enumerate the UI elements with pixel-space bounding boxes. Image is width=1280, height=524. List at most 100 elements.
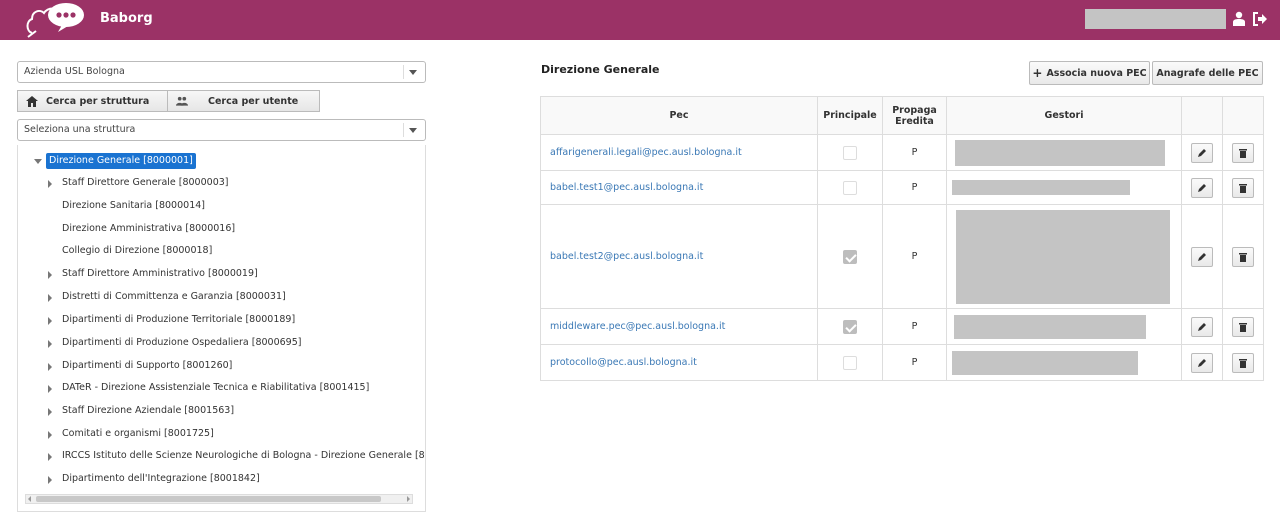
caret-right-icon[interactable] xyxy=(48,317,52,325)
caret-right-icon[interactable] xyxy=(48,363,52,371)
tab-utente-label: Cerca per utente xyxy=(208,95,299,107)
gestori-redacted xyxy=(955,139,1165,166)
top-bar: Baborg xyxy=(0,0,1280,40)
user-name-redacted xyxy=(1085,9,1226,29)
tree-node-label: Dipartimenti di Produzione Territoriale … xyxy=(62,314,296,325)
delete-button[interactable] xyxy=(1232,246,1254,267)
trash-icon xyxy=(1239,358,1247,368)
users-icon xyxy=(176,95,188,107)
scroll-right-icon[interactable] xyxy=(407,496,410,502)
caret-right-icon[interactable] xyxy=(48,294,52,302)
tree-node-label: Staff Direzione Aziendale [8001563] xyxy=(62,405,235,416)
logout-icon[interactable] xyxy=(1252,11,1268,27)
col-header-propaga: Propaga Eredita xyxy=(882,96,947,135)
table-row: protocollo@pec.ausl.bologna.it P xyxy=(540,344,1264,381)
col-header-propaga-line1: Propaga xyxy=(892,104,937,116)
principale-checkbox[interactable] xyxy=(843,355,857,370)
pec-address[interactable]: affarigenerali.legali@pec.ausl.bologna.i… xyxy=(540,134,818,171)
associa-nuova-pec-button[interactable]: + Associa nuova PEC xyxy=(1029,61,1150,85)
pec-table: Pec Principale Propaga Eredita Gestori a… xyxy=(540,96,1264,381)
plus-icon: + xyxy=(1032,66,1043,80)
pec-address[interactable]: babel.test1@pec.ausl.bologna.it xyxy=(540,170,818,205)
azienda-select[interactable]: Azienda USL Bologna xyxy=(17,61,426,83)
pec-address[interactable]: middleware.pec@pec.ausl.bologna.it xyxy=(540,308,818,345)
caret-right-icon[interactable] xyxy=(48,180,52,188)
tree-node-label: Staff Direttore Generale [8000003] xyxy=(62,177,229,188)
caret-right-icon[interactable] xyxy=(48,385,52,393)
delete-button[interactable] xyxy=(1232,177,1254,198)
caret-right-icon[interactable] xyxy=(48,340,52,348)
anagrafe-label: Anagrafe delle PEC xyxy=(1156,67,1259,79)
gestori-redacted xyxy=(952,350,1138,375)
delete-button[interactable] xyxy=(1232,142,1254,163)
struttura-select[interactable]: Seleziona una struttura xyxy=(17,119,426,141)
edit-button[interactable] xyxy=(1191,177,1213,198)
scrollbar-thumb[interactable] xyxy=(36,496,381,502)
tree-node-label: Direzione Generale [8000001] xyxy=(46,153,196,169)
pencil-icon xyxy=(1198,183,1206,192)
principale-checkbox[interactable] xyxy=(843,180,857,195)
gestori-redacted xyxy=(952,180,1130,195)
scroll-left-icon[interactable] xyxy=(28,496,31,502)
principale-checkbox-checked[interactable] xyxy=(843,249,857,264)
col-header-principale: Principale xyxy=(817,96,883,135)
col-header-pec: Pec xyxy=(540,96,818,135)
pec-address[interactable]: babel.test2@pec.ausl.bologna.it xyxy=(540,204,818,309)
edit-button[interactable] xyxy=(1191,316,1213,337)
tree-node-label: Dipartimenti di Supporto [8001260] xyxy=(62,360,233,371)
tree-node-label: Dipartimento dell'Integrazione [8001842] xyxy=(62,473,260,484)
principale-checkbox-checked[interactable] xyxy=(843,319,857,334)
delete-button[interactable] xyxy=(1232,352,1254,373)
caret-right-icon[interactable] xyxy=(48,408,52,416)
user-icon[interactable] xyxy=(1232,11,1246,27)
azienda-select-value: Azienda USL Bologna xyxy=(24,66,125,77)
home-icon xyxy=(26,95,38,107)
propaga-value: P xyxy=(882,204,947,309)
table-row: affarigenerali.legali@pec.ausl.bologna.i… xyxy=(540,134,1264,171)
tab-cerca-per-utente[interactable]: Cerca per utente xyxy=(167,90,320,112)
caret-right-icon[interactable] xyxy=(48,476,52,484)
caret-right-icon[interactable] xyxy=(48,453,52,461)
pencil-icon xyxy=(1198,358,1206,367)
struttura-select-placeholder: Seleziona una struttura xyxy=(24,124,136,135)
propaga-value: P xyxy=(882,170,947,205)
pencil-icon xyxy=(1198,252,1206,261)
col-header-propaga-line2: Eredita xyxy=(895,115,934,127)
table-row: babel.test2@pec.ausl.bologna.it P xyxy=(540,204,1264,309)
associa-label: Associa nuova PEC xyxy=(1046,67,1147,79)
col-header-delete xyxy=(1222,96,1264,135)
edit-button[interactable] xyxy=(1191,142,1213,163)
edit-button[interactable] xyxy=(1191,246,1213,267)
gestori-redacted xyxy=(954,314,1146,339)
table-row: babel.test1@pec.ausl.bologna.it P xyxy=(540,170,1264,205)
principale-checkbox[interactable] xyxy=(843,145,857,160)
chevron-down-icon[interactable] xyxy=(403,123,421,137)
structure-tree[interactable]: Direzione Generale [8000001] Staff Diret… xyxy=(17,145,426,512)
tab-struttura-label: Cerca per struttura xyxy=(46,95,150,107)
app-brand: Baborg xyxy=(100,11,153,26)
caret-right-icon[interactable] xyxy=(48,271,52,279)
tree-node-label: Collegio di Direzione [8000018] xyxy=(62,245,213,256)
propaga-value: P xyxy=(882,308,947,345)
edit-button[interactable] xyxy=(1191,352,1213,373)
gestori-redacted xyxy=(956,209,1170,304)
tree-node-label: IRCCS Istituto delle Scienze Neurologich… xyxy=(62,450,426,461)
tree-horizontal-scrollbar[interactable] xyxy=(25,494,413,504)
caret-right-icon[interactable] xyxy=(48,431,52,439)
caret-down-icon[interactable] xyxy=(34,159,42,164)
section-title: Direzione Generale xyxy=(541,63,660,76)
propaga-value: P xyxy=(882,134,947,171)
col-header-gestori: Gestori xyxy=(946,96,1182,135)
pec-address[interactable]: protocollo@pec.ausl.bologna.it xyxy=(540,344,818,381)
delete-button[interactable] xyxy=(1232,316,1254,337)
tree-node-label: Direzione Sanitaria [8000014] xyxy=(62,200,205,211)
trash-icon xyxy=(1239,183,1247,193)
tab-cerca-per-struttura[interactable]: Cerca per struttura xyxy=(17,90,168,112)
tree-node-label: Direzione Amministrativa [8000016] xyxy=(62,223,236,234)
chevron-down-icon[interactable] xyxy=(403,65,421,79)
tree-node-label: Dipartimenti di Produzione Ospedaliera [… xyxy=(62,337,302,348)
trash-icon xyxy=(1239,252,1247,262)
anagrafe-pec-button[interactable]: Anagrafe delle PEC xyxy=(1152,61,1263,85)
table-row: middleware.pec@pec.ausl.bologna.it P xyxy=(540,308,1264,345)
tree-node-label: Distretti di Committenza e Garanzia [800… xyxy=(62,291,286,302)
